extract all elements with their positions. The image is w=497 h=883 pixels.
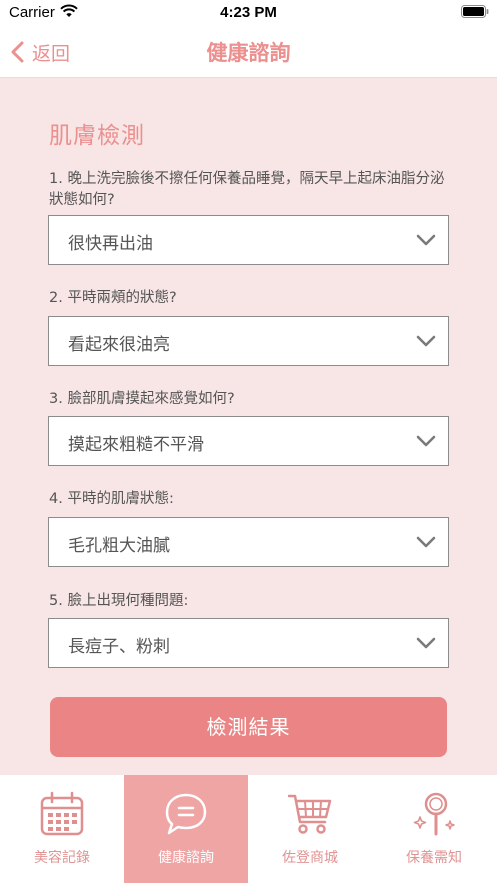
chevron-down-icon <box>416 637 436 649</box>
question-5-select[interactable]: 長痘子、粉刺 <box>48 618 449 668</box>
tab-label: 保養需知 <box>406 850 462 866</box>
question-3-select[interactable]: 摸起來粗糙不平滑 <box>48 416 449 466</box>
question-2-select[interactable]: 看起來很油亮 <box>48 316 449 366</box>
calendar-icon <box>40 791 84 836</box>
status-time: 4:23 PM <box>220 4 277 21</box>
shopping-cart-icon <box>288 794 332 834</box>
section-title: 肌膚檢測 <box>49 123 145 149</box>
skin-test-form: 肌膚檢測 1. 晚上洗完臉後不擦任何保養品睡覺，隔天早上起床油脂分泌狀態如何? … <box>0 78 497 775</box>
question-4-label: 4. 平時的肌膚狀態: <box>49 491 174 507</box>
tab-label: 健康諮詢 <box>158 850 214 866</box>
select-value: 看起來很油亮 <box>68 335 170 355</box>
hand-mirror-icon <box>413 792 455 836</box>
select-value: 長痘子、粉刺 <box>68 637 170 657</box>
tab-shop[interactable]: 佐登商城 <box>248 775 372 883</box>
battery-icon <box>461 5 489 18</box>
select-value: 毛孔粗大油膩 <box>68 536 170 556</box>
tab-beauty-record[interactable]: 美容記錄 <box>0 775 124 883</box>
chevron-down-icon <box>416 234 436 246</box>
tab-bar: 美容記錄 健康諮詢 佐登商城 保養需知 <box>0 775 497 883</box>
question-1-select[interactable]: 很快再出油 <box>48 215 449 265</box>
question-2-label: 2. 平時兩頰的狀態? <box>49 290 177 306</box>
tab-label: 佐登商城 <box>282 850 338 866</box>
chevron-down-icon <box>416 335 436 347</box>
question-5-label: 5. 臉上出現何種問題: <box>49 593 189 609</box>
tab-care-tips[interactable]: 保養需知 <box>372 775 496 883</box>
chevron-down-icon <box>416 536 436 548</box>
navigation-bar: 返回 健康諮詢 <box>0 26 497 78</box>
test-result-button[interactable]: 檢測結果 <box>50 697 447 757</box>
select-value: 很快再出油 <box>68 234 153 254</box>
chevron-down-icon <box>416 435 436 447</box>
question-4-select[interactable]: 毛孔粗大油膩 <box>48 517 449 567</box>
status-bar: Carrier 4:23 PM <box>0 0 497 26</box>
tab-health-consult[interactable]: 健康諮詢 <box>124 775 248 883</box>
question-3-label: 3. 臉部肌膚摸起來感覺如何? <box>49 391 235 407</box>
question-1-label: 1. 晚上洗完臉後不擦任何保養品睡覺，隔天早上起床油脂分泌狀態如何? <box>49 171 445 208</box>
chat-bubble-icon <box>165 793 207 835</box>
tab-label: 美容記錄 <box>34 850 90 866</box>
select-value: 摸起來粗糙不平滑 <box>68 435 204 455</box>
page-title: 健康諮詢 <box>206 41 291 65</box>
